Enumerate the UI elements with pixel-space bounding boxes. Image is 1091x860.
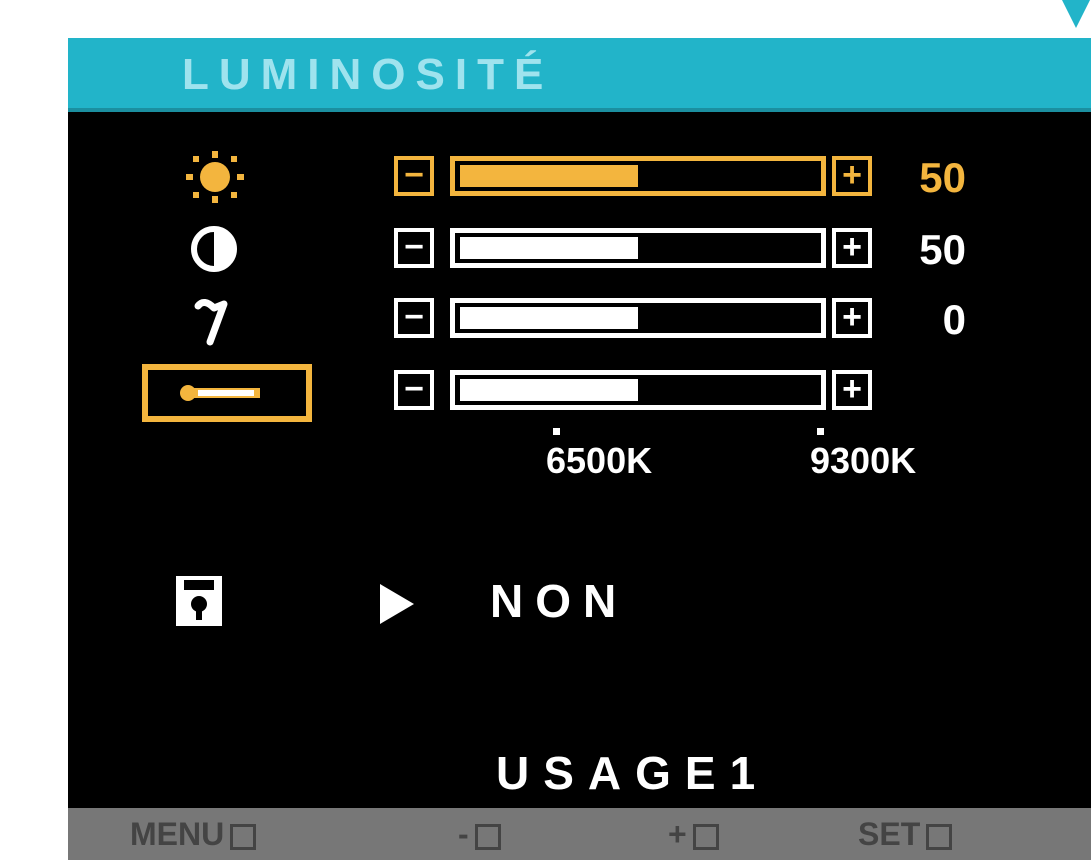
hint-plus-label: + — [668, 816, 687, 852]
brightness-minus-button[interactable]: − — [394, 156, 434, 196]
tick-6500k — [553, 428, 560, 435]
button-hint-bar: MENU - + SET — [68, 808, 1091, 860]
gamma-plus-button[interactable]: + — [832, 298, 872, 338]
temperature-minus-button[interactable]: − — [394, 370, 434, 410]
brightness-slider[interactable] — [450, 156, 826, 196]
hint-menu-label: MENU — [130, 816, 225, 852]
corner-marker — [1062, 0, 1090, 28]
select-arrow-icon[interactable] — [380, 584, 414, 624]
temperature-slider-fill — [460, 379, 638, 401]
gamma-slider-fill — [460, 307, 638, 329]
plus-key-icon — [692, 823, 719, 850]
temperature-label-6500k: 6500K — [546, 440, 653, 481]
gamma-icon — [194, 299, 228, 346]
gamma-value: 0 — [942, 296, 966, 343]
menu-key-icon — [230, 823, 257, 850]
hint-minus-label: - — [458, 816, 469, 852]
brightness-slider-fill — [460, 165, 638, 187]
menu-title: LUMINOSITÉ — [182, 50, 554, 99]
temperature-slider[interactable] — [450, 370, 826, 410]
gamma-minus-button[interactable]: − — [394, 298, 434, 338]
contrast-minus-button[interactable]: − — [394, 228, 434, 268]
contrast-slider-fill — [460, 237, 638, 259]
row-color-temperature[interactable]: − + — [68, 364, 1091, 422]
save-recall-icon[interactable] — [174, 574, 224, 628]
temperature-label-9300k: 9300K — [810, 440, 917, 481]
temperature-plus-button[interactable]: + — [832, 370, 872, 410]
reset-value[interactable]: NON — [490, 574, 628, 628]
sun-icon — [186, 151, 244, 203]
hint-set-label: SET — [858, 816, 921, 852]
set-key-icon — [926, 823, 953, 850]
row-brightness[interactable]: − + 50 — [68, 150, 1091, 204]
minus-key-icon — [474, 823, 501, 850]
contrast-slider[interactable] — [450, 228, 826, 268]
hint-menu[interactable]: MENU — [130, 816, 257, 852]
contrast-plus-button[interactable]: + — [832, 228, 872, 268]
contrast-value: 50 — [919, 226, 966, 273]
tick-9300k — [817, 428, 824, 435]
hint-set[interactable]: SET — [858, 816, 953, 852]
brightness-value: 50 — [919, 154, 966, 201]
hint-plus[interactable]: + — [668, 816, 719, 852]
title-bar: LUMINOSITÉ — [68, 38, 1091, 112]
hint-minus[interactable]: - — [458, 816, 501, 852]
contrast-icon — [191, 226, 237, 272]
brightness-plus-button[interactable]: + — [832, 156, 872, 196]
osd-menu: LUMINOSITÉ − + 50 − + 50 − + 0 − + 6500K… — [68, 38, 1091, 860]
mode-label: USAGE1 — [496, 747, 770, 799]
row-contrast[interactable]: − + 50 — [68, 222, 1091, 276]
thermometer-icon[interactable] — [142, 364, 312, 422]
row-gamma[interactable]: − + 0 — [68, 292, 1091, 346]
gamma-slider[interactable] — [450, 298, 826, 338]
